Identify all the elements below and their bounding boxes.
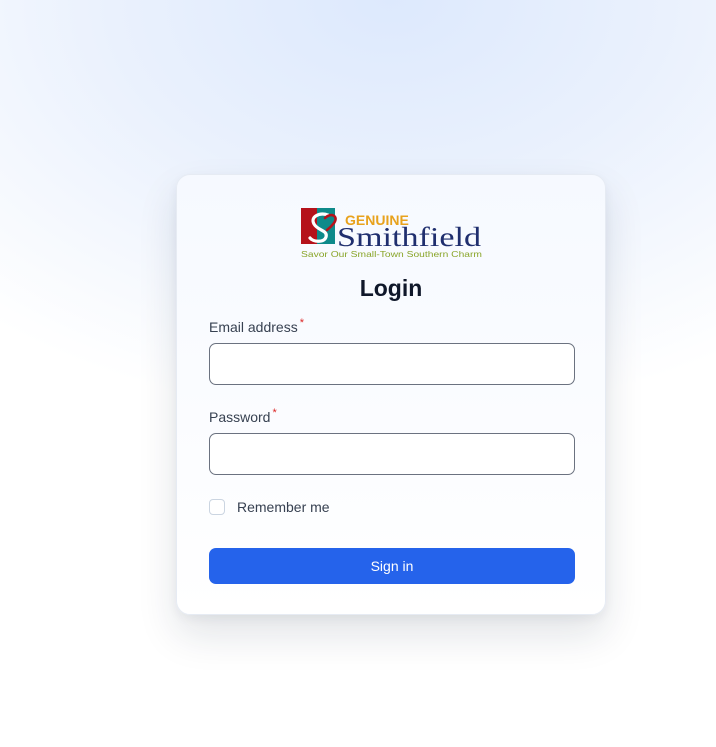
password-required-marker: * [272,407,277,419]
logo-smithfield-text: Smithfield [337,222,482,252]
remember-me-label[interactable]: Remember me [237,499,330,515]
password-label-text: Password [209,409,271,425]
password-label: Password * [209,407,277,425]
genuine-smithfield-logo: GENUINE Smithfield Savor Our Small-Town … [301,208,482,259]
remember-me-checkbox[interactable] [209,499,225,515]
remember-me-option[interactable]: Remember me [209,499,330,515]
sign-in-button[interactable]: Sign in [209,548,575,584]
email-label-text: Email address [209,319,298,335]
login-card: GENUINE Smithfield Savor Our Small-Town … [176,174,606,615]
email-input[interactable] [209,343,575,385]
email-label: Email address * [209,317,304,335]
page-title: Login [359,275,423,301]
logo-tagline-text: Savor Our Small-Town Southern Charm [301,249,482,259]
password-input[interactable] [209,433,575,475]
email-required-marker: * [299,317,304,329]
